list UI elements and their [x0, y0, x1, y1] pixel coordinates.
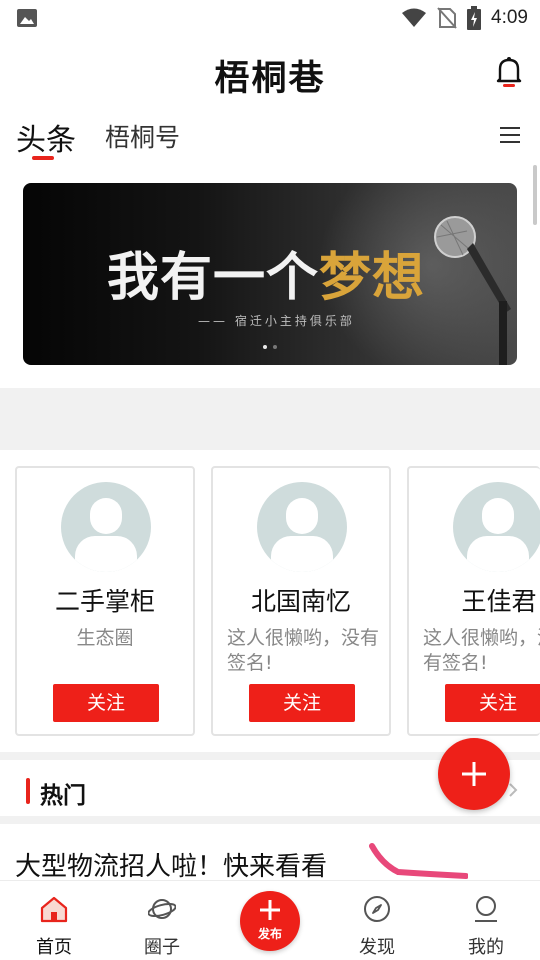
avatar: [257, 482, 347, 572]
user-name: 北国南忆: [250, 587, 351, 616]
battery-icon: [467, 6, 482, 30]
nav-item-profile[interactable]: 我的: [441, 881, 531, 960]
menu-icon[interactable]: [500, 126, 520, 144]
carousel-indicator: [263, 345, 277, 349]
user-description: 这人很懒哟，没有签名!: [227, 627, 380, 674]
follow-button[interactable]: 关注: [249, 684, 355, 722]
plus-icon: [462, 762, 486, 786]
user-card[interactable]: 北国南忆 这人很懒哟，没有签名! 关注: [211, 466, 391, 736]
user-name: 二手掌柜: [54, 587, 155, 616]
no-sim-icon: [437, 7, 457, 29]
user-description: 这人很懒哟，没有签名!: [423, 627, 540, 674]
carousel-dot: [273, 345, 277, 349]
nav-item-home[interactable]: 首页: [9, 881, 99, 960]
app-header: 梧桐巷: [0, 36, 540, 108]
app-title: 梧桐巷: [214, 59, 326, 99]
banner-title-white: 我有一个: [107, 247, 320, 308]
follow-button[interactable]: 关注: [53, 684, 159, 722]
nav-label: 我的: [468, 937, 504, 958]
bottom-nav: 首页 圈子 发布 发现 我的: [0, 880, 540, 960]
plus-icon: [260, 900, 280, 920]
nav-item-discover[interactable]: 发现: [332, 881, 422, 960]
status-time: 4:09: [491, 7, 528, 28]
active-tab-indicator: [32, 156, 54, 160]
user-card[interactable]: 王佳君 这人很懒哟，没有签名! 关注: [407, 466, 540, 736]
nav-label: 发现: [359, 937, 395, 958]
publish-label: 发布: [257, 927, 282, 941]
add-button[interactable]: [438, 738, 510, 810]
follow-button[interactable]: 关注: [445, 684, 540, 722]
section-divider: [0, 388, 540, 450]
compass-icon: [364, 896, 390, 922]
banner-title: 我有一个梦想: [107, 235, 425, 310]
article-title: 大型物流招人啦！快来看看: [15, 852, 328, 882]
planet-icon: [148, 899, 176, 919]
section-divider: [0, 816, 540, 824]
publish-button[interactable]: 发布: [240, 891, 300, 951]
nav-label: 圈子: [144, 937, 180, 958]
nav-item-circle[interactable]: 圈子: [117, 881, 207, 960]
scrollbar[interactable]: [533, 165, 537, 225]
user-card[interactable]: 二手掌柜 生态圈 关注: [15, 466, 195, 736]
nav-label: 首页: [36, 937, 72, 958]
avatar: [61, 482, 151, 572]
banner-subtitle: —— 宿迁小主持俱乐部: [198, 314, 355, 328]
user-name: 王佳君: [461, 587, 537, 616]
tab-headlines[interactable]: 头条: [16, 115, 76, 159]
section-marker: [26, 778, 30, 804]
wifi-icon: [402, 8, 427, 27]
user-icon: [475, 896, 497, 922]
banner-carousel[interactable]: 我有一个梦想 —— 宿迁小主持俱乐部: [23, 183, 517, 365]
banner-title-gold: 梦想: [319, 247, 426, 308]
article-item[interactable]: 大型物流招人啦！快来看看: [0, 824, 540, 884]
hot-section-title: 热门: [40, 783, 86, 809]
image-notification-icon: [17, 9, 37, 27]
bell-icon[interactable]: [494, 56, 524, 88]
home-icon: [40, 896, 68, 923]
microphone-image: [434, 216, 511, 365]
swipe-decoration: [369, 843, 468, 879]
tab-wutong-accounts[interactable]: 梧桐号: [105, 118, 180, 154]
avatar: [453, 482, 540, 572]
carousel-dot: [263, 345, 267, 349]
status-bar: 4:09: [0, 0, 540, 36]
user-description: 生态圈: [76, 627, 134, 649]
channel-tabs: 头条 梧桐号: [0, 112, 540, 164]
